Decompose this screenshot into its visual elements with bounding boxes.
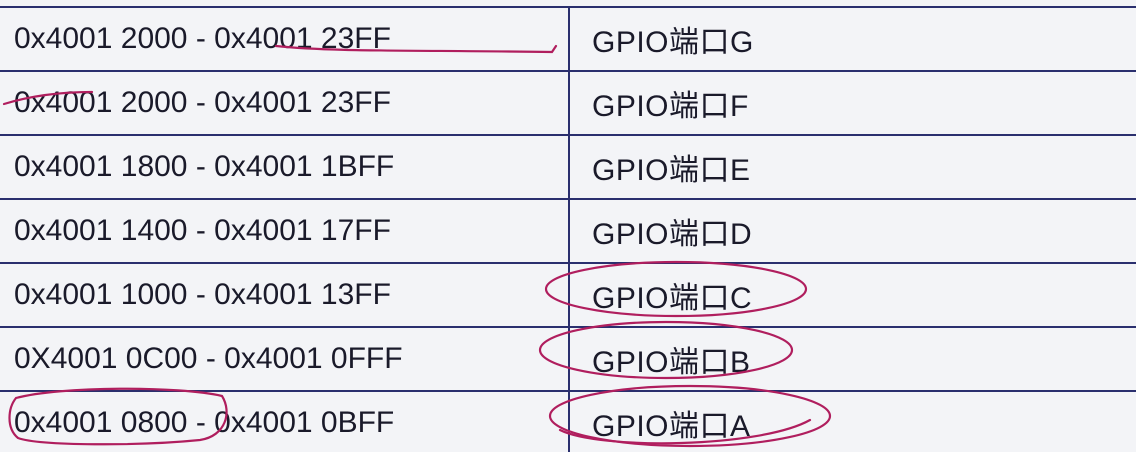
peripheral-cell: GPIO端口G	[569, 6, 1136, 72]
address-range-cell: 0X4001 0C00 - 0x4001 0FFF	[0, 326, 570, 392]
table-row: 0X4001 0C00 - 0x4001 0FFF GPIO端口B	[0, 326, 1136, 392]
table-row: 0x4001 1000 - 0x4001 13FF GPIO端口C	[0, 262, 1136, 328]
peripheral-cell: GPIO端口A	[569, 390, 1136, 452]
address-range-cell: 0x4001 0800 - 0x4001 0BFF	[0, 390, 570, 452]
address-range-cell: 0x4001 2000 - 0x4001 23FF	[0, 70, 570, 136]
peripheral-cell: GPIO端口E	[569, 134, 1136, 200]
table-row: 0x4001 0800 - 0x4001 0BFF GPIO端口A	[0, 390, 1136, 452]
address-range-cell: 0x4001 1800 - 0x4001 1BFF	[0, 134, 570, 200]
peripheral-cell: GPIO端口B	[569, 326, 1136, 392]
peripheral-cell: GPIO端口F	[569, 70, 1136, 136]
peripheral-cell: GPIO端口D	[569, 198, 1136, 264]
address-range-cell: 0x4001 1000 - 0x4001 13FF	[0, 262, 570, 328]
table-row: 0x4001 1400 - 0x4001 17FF GPIO端口D	[0, 198, 1136, 264]
address-range-cell: 0x4001 2000 - 0x4001 23FF	[0, 6, 570, 72]
memory-map-table: 0x4001 2000 - 0x4001 23FF GPIO端口G 0x4001…	[0, 6, 1136, 452]
table-row: 0x4001 2000 - 0x4001 23FF GPIO端口G	[0, 6, 1136, 72]
peripheral-cell: GPIO端口C	[569, 262, 1136, 328]
address-range-cell: 0x4001 1400 - 0x4001 17FF	[0, 198, 570, 264]
memory-map-slide: 0x4001 2000 - 0x4001 23FF GPIO端口G 0x4001…	[0, 0, 1136, 452]
table-row: 0x4001 2000 - 0x4001 23FF GPIO端口F	[0, 70, 1136, 136]
table-row: 0x4001 1800 - 0x4001 1BFF GPIO端口E	[0, 134, 1136, 200]
